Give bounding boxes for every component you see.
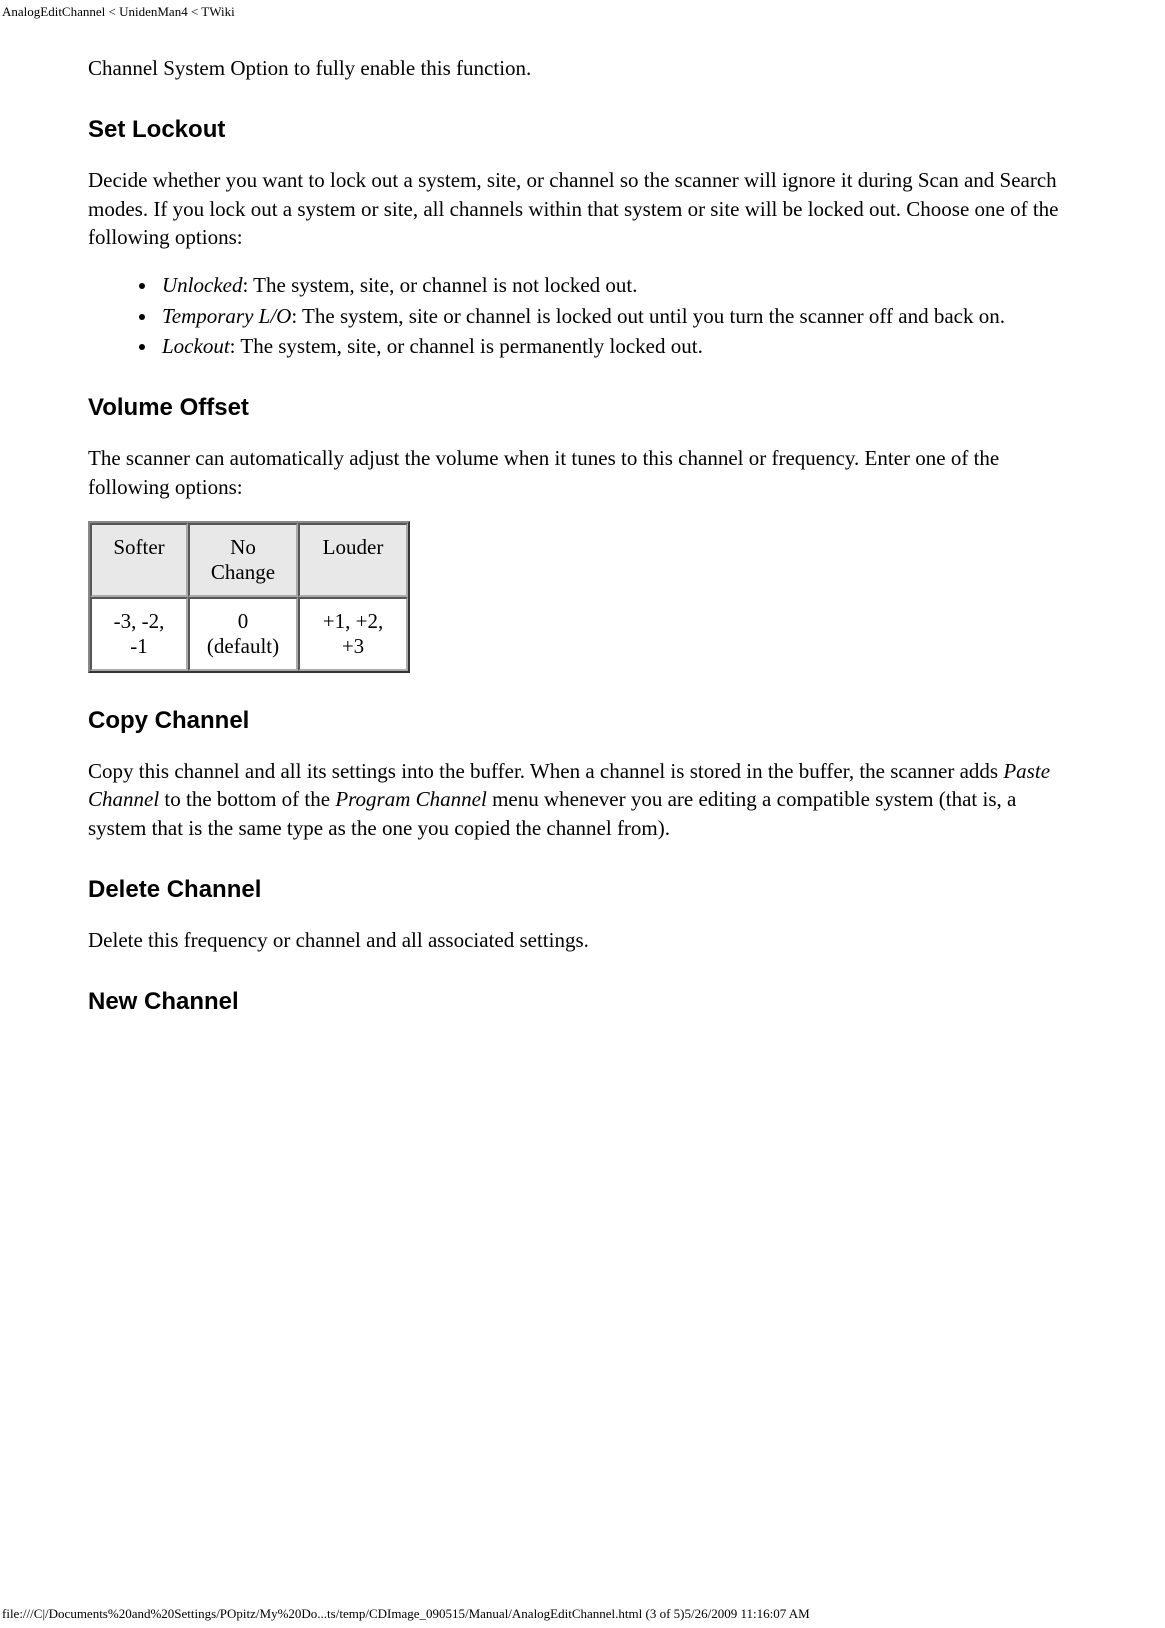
table-row: -3, -2, -1 0 (default) +1, +2, +3	[90, 597, 408, 671]
heading-new-channel: New Channel	[88, 988, 1077, 1016]
list-term: Temporary L/O	[162, 304, 291, 328]
table-header-cell: Louder	[298, 523, 408, 597]
document-body: Channel System Option to fully enable th…	[0, 24, 1165, 1016]
heading-volume-offset: Volume Offset	[88, 394, 1077, 422]
list-desc: : The system, site, or channel is not lo…	[242, 273, 637, 297]
emphasis-program-channel: Program Channel	[335, 787, 486, 811]
volume-offset-paragraph: The scanner can automatically adjust the…	[88, 444, 1077, 501]
list-item: Temporary L/O: The system, site or chann…	[158, 302, 1077, 330]
list-desc: : The system, site, or channel is perman…	[230, 334, 703, 358]
text-span: to the bottom of the	[159, 787, 335, 811]
set-lockout-paragraph: Decide whether you want to lock out a sy…	[88, 166, 1077, 251]
heading-set-lockout: Set Lockout	[88, 116, 1077, 144]
copy-channel-paragraph: Copy this channel and all its settings i…	[88, 757, 1077, 842]
list-item: Unlocked: The system, site, or channel i…	[158, 271, 1077, 299]
table-cell: -3, -2, -1	[90, 597, 188, 671]
table-header-cell: Softer	[90, 523, 188, 597]
delete-channel-paragraph: Delete this frequency or channel and all…	[88, 926, 1077, 954]
list-term: Unlocked	[162, 273, 242, 297]
list-item: Lockout: The system, site, or channel is…	[158, 332, 1077, 360]
page-header-path: AnalogEditChannel < UnidenMan4 < TWiki	[0, 0, 1165, 24]
heading-delete-channel: Delete Channel	[88, 876, 1077, 904]
page-footer-path: file:///C|/Documents%20and%20Settings/PO…	[2, 1606, 1163, 1622]
table-header-cell: No Change	[188, 523, 298, 597]
table-header-row: Softer No Change Louder	[90, 523, 408, 597]
set-lockout-list: Unlocked: The system, site, or channel i…	[88, 271, 1077, 360]
heading-copy-channel: Copy Channel	[88, 707, 1077, 735]
list-desc: : The system, site or channel is locked …	[291, 304, 1005, 328]
volume-offset-table: Softer No Change Louder -3, -2, -1 0 (de…	[88, 521, 410, 673]
text-span: Copy this channel and all its settings i…	[88, 759, 1003, 783]
list-term: Lockout	[162, 334, 230, 358]
table-cell: +1, +2, +3	[298, 597, 408, 671]
intro-paragraph: Channel System Option to fully enable th…	[88, 54, 1077, 82]
table-cell: 0 (default)	[188, 597, 298, 671]
